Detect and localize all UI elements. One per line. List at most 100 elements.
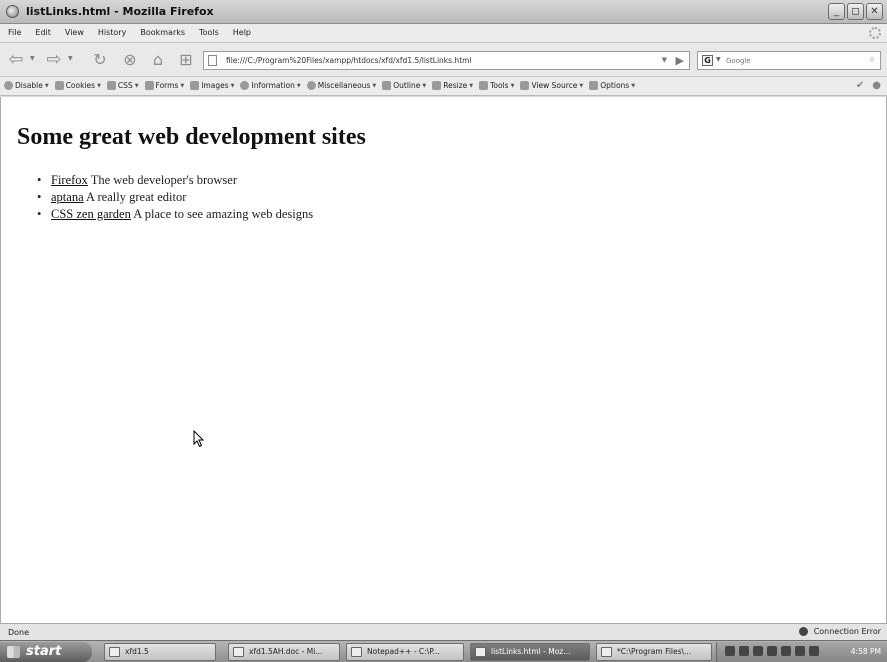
- taskbar-item-folder[interactable]: xfd1.5: [104, 643, 216, 661]
- url-dropdown-icon[interactable]: ▼: [662, 56, 667, 64]
- forward-history-dropdown[interactable]: ▼: [68, 55, 73, 62]
- css-zen-garden-link[interactable]: CSS zen garden: [51, 207, 131, 221]
- tray-icon[interactable]: [767, 646, 777, 656]
- devbar-css[interactable]: CSS ▼: [106, 81, 139, 90]
- minimize-button[interactable]: _: [828, 3, 845, 20]
- devbar-resize[interactable]: Resize ▼: [432, 81, 473, 90]
- page-heading: Some great web development sites: [17, 124, 366, 150]
- view-source-icon: [520, 81, 530, 90]
- url-text[interactable]: file:///C:/Program%20Files/xampp/htdocs/…: [226, 56, 472, 65]
- menu-history[interactable]: History: [98, 28, 126, 37]
- bullet-icon: •: [37, 173, 42, 187]
- clock: 4:58 PM: [850, 647, 881, 656]
- firefox-icon: [6, 5, 19, 18]
- back-history-dropdown[interactable]: ▼: [30, 55, 35, 62]
- devbar-information[interactable]: Information ▼: [240, 81, 301, 90]
- menu-view[interactable]: View: [65, 28, 84, 37]
- search-engine-dropdown-icon[interactable]: ▼: [716, 56, 721, 63]
- menu-tools[interactable]: Tools: [199, 28, 219, 37]
- windows-logo-icon: [7, 646, 20, 658]
- new-tab-icon[interactable]: ⊞: [176, 50, 196, 70]
- list-item: • CSS zen garden A place to see amazing …: [37, 206, 313, 223]
- status-bar: Done Connection Error: [0, 623, 887, 640]
- devbar-view-source[interactable]: View Source ▼: [520, 81, 583, 90]
- search-input[interactable]: [726, 55, 856, 67]
- miscellaneous-icon: [306, 81, 316, 90]
- taskbar-item-firefox[interactable]: listLinks.html - Moz...: [470, 643, 590, 661]
- information-icon: [240, 81, 250, 90]
- page-content: Some great web development sites • Firef…: [0, 97, 887, 623]
- reload-icon[interactable]: ↻: [90, 50, 110, 70]
- devbar-cookies[interactable]: Cookies ▼: [54, 81, 101, 90]
- aptana-link[interactable]: aptana: [51, 190, 84, 204]
- search-bar[interactable]: G ▼ ⌕: [697, 51, 881, 70]
- tray-icon[interactable]: [739, 646, 749, 656]
- link-description: The web developer's browser: [87, 173, 238, 187]
- devbar-disable[interactable]: Disable ▼: [4, 81, 49, 90]
- taskbar-item-word[interactable]: xfd1.5AH.doc - Mi...: [228, 643, 340, 661]
- url-bar[interactable]: file:///C:/Program%20Files/xampp/htdocs/…: [203, 51, 690, 70]
- web-developer-toolbar: Disable ▼ Cookies ▼ CSS ▼ Forms ▼ Images ▼ In…: [0, 77, 887, 96]
- forward-icon[interactable]: ⇨: [44, 50, 64, 70]
- throbber-icon: [869, 27, 881, 39]
- tray-icon[interactable]: [809, 646, 819, 656]
- menu-help[interactable]: Help: [233, 28, 251, 37]
- options-icon: [589, 81, 599, 90]
- devbar-outline[interactable]: Outline ▼: [382, 81, 426, 90]
- taskbar-item-explorer[interactable]: *C:\Program Files\...: [596, 643, 712, 661]
- menu-file[interactable]: File: [8, 28, 21, 37]
- system-tray: 4:58 PM: [716, 642, 887, 662]
- page-icon: [208, 55, 217, 66]
- connection-status[interactable]: Connection Error: [798, 627, 881, 636]
- css-icon: [106, 81, 116, 90]
- close-button[interactable]: ✕: [866, 3, 883, 20]
- tray-icon[interactable]: [795, 646, 805, 656]
- title-bar: listLinks.html - Mozilla Firefox _ ◻ ✕: [0, 0, 887, 24]
- menu-bookmarks[interactable]: Bookmarks: [140, 28, 185, 37]
- menu-edit[interactable]: Edit: [35, 28, 51, 37]
- bullet-icon: •: [37, 207, 42, 221]
- stop-icon[interactable]: ⊗: [120, 50, 140, 70]
- tray-icon[interactable]: [753, 646, 763, 656]
- home-icon[interactable]: ⌂: [148, 50, 168, 70]
- start-button[interactable]: start: [0, 642, 92, 662]
- connection-error-icon: [798, 627, 808, 636]
- status-text: Done: [8, 628, 30, 637]
- menu-bar: File Edit View History Bookmarks Tools H…: [0, 24, 887, 43]
- program-icon: [601, 647, 612, 657]
- list-item: • aptana A really great editor: [37, 189, 313, 206]
- images-icon: [190, 81, 200, 90]
- link-description: A place to see amazing web designs: [130, 207, 314, 221]
- links-list: • Firefox The web developer's browser • …: [37, 172, 313, 223]
- tray-icon[interactable]: [781, 646, 791, 656]
- devbar-miscellaneous[interactable]: Miscellaneous ▼: [306, 81, 376, 90]
- devbar-forms[interactable]: Forms ▼: [144, 81, 184, 90]
- tray-icon[interactable]: [725, 646, 735, 656]
- checkmark-icon[interactable]: ✔: [856, 80, 864, 91]
- word-doc-icon: [233, 647, 244, 657]
- search-engine-icon[interactable]: G: [702, 55, 713, 66]
- mouse-cursor-icon: [193, 430, 205, 448]
- devbar-options[interactable]: Options ▼: [589, 81, 635, 90]
- taskbar-item-notepad[interactable]: Notepad++ - C:\P...: [346, 643, 464, 661]
- window-title: listLinks.html - Mozilla Firefox: [26, 5, 214, 18]
- back-icon[interactable]: ⇦: [6, 50, 26, 70]
- devbar-tools[interactable]: Tools ▼: [479, 81, 514, 90]
- tools-icon: [479, 81, 489, 90]
- link-description: A really great editor: [83, 190, 187, 204]
- forms-icon: [144, 81, 154, 90]
- firefox-icon: [475, 647, 486, 657]
- go-icon[interactable]: ▶: [676, 54, 684, 67]
- search-icon[interactable]: ⌕: [869, 54, 875, 65]
- devbar-images[interactable]: Images ▼: [190, 81, 234, 90]
- bullet-icon: •: [37, 190, 42, 204]
- disable-icon: [4, 81, 13, 90]
- status-circle-icon[interactable]: ●: [872, 80, 881, 91]
- folder-icon: [109, 647, 120, 657]
- firefox-link[interactable]: Firefox: [51, 173, 88, 187]
- taskbar: start xfd1.5 xfd1.5AH.doc - Mi... Notepa…: [0, 640, 887, 662]
- window-controls: _ ◻ ✕: [828, 3, 883, 20]
- list-item: • Firefox The web developer's browser: [37, 172, 313, 189]
- outline-icon: [382, 81, 392, 90]
- maximize-button[interactable]: ◻: [847, 3, 864, 20]
